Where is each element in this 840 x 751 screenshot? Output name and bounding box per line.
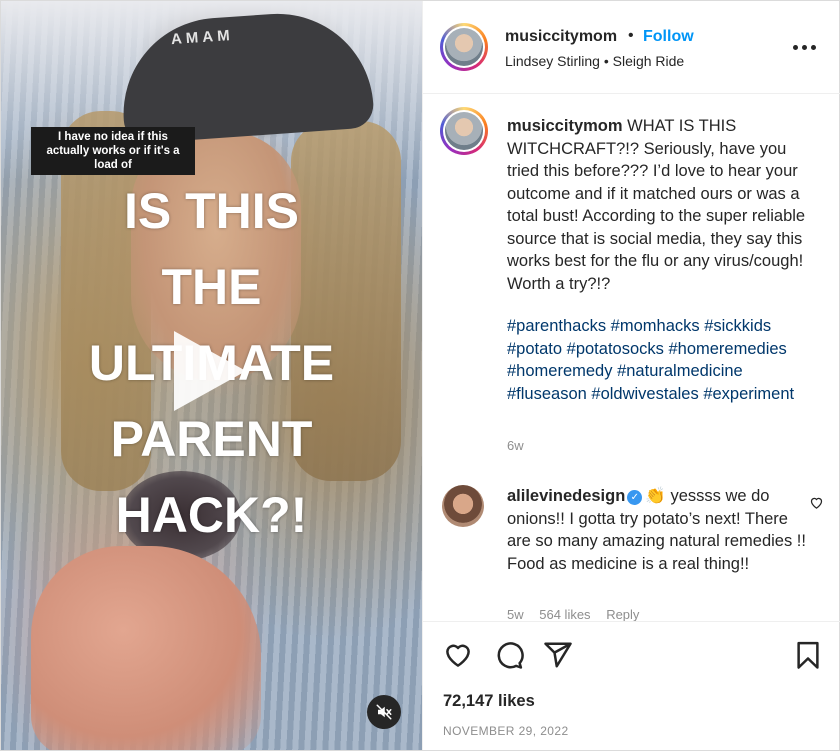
caption-hashtags: #parenthacks #momhacks #sickkids #potato…	[507, 315, 823, 405]
mute-button[interactable]	[367, 695, 401, 729]
author-username[interactable]: musiccitymom	[505, 28, 617, 46]
hashtag-link[interactable]: #sickkids	[704, 317, 771, 335]
post-header: musiccitymom • Follow Lindsey Stirling •…	[423, 1, 840, 94]
commenter-username[interactable]: alilevinedesign	[507, 487, 625, 505]
comments-section[interactable]: musiccitymom WHAT IS THIS WITCHCRAFT?!? …	[423, 95, 840, 621]
hashtag-link[interactable]: #fluseason	[507, 385, 587, 403]
headline-line: IS THIS	[123, 183, 300, 239]
headline-line: PARENT	[110, 411, 313, 467]
comment-meta: 5w 564 likes Reply	[507, 607, 651, 621]
hashtag-link[interactable]: #parenthacks	[507, 317, 606, 335]
caption-username[interactable]: musiccitymom	[507, 117, 623, 135]
play-icon[interactable]	[174, 331, 246, 411]
comment-emoji: 👏	[645, 487, 666, 505]
mute-icon	[376, 704, 392, 720]
post-actions: 72,147 likes NOVEMBER 29, 2022	[423, 621, 840, 750]
share-send-icon[interactable]	[543, 640, 573, 670]
caption-avatar[interactable]	[440, 107, 488, 155]
comment-reply-button[interactable]: Reply	[606, 607, 639, 621]
hashtag-link[interactable]: #experiment	[703, 385, 794, 403]
audio-attribution[interactable]: Lindsey Stirling • Sleigh Ride	[505, 53, 684, 69]
hashtag-link[interactable]: #oldwivestales	[591, 385, 698, 403]
comment: alilevinedesign ✓ 👏 yessss we do onions!! …	[507, 485, 807, 575]
post-video[interactable]: AMAM I have no idea if this actually wor…	[1, 1, 422, 750]
more-options-icon[interactable]	[793, 37, 819, 57]
comment-time[interactable]: 5w	[507, 607, 524, 621]
header-separator: •	[628, 27, 634, 44]
like-count[interactable]: 72,147 likes	[443, 692, 535, 711]
author-avatar[interactable]	[440, 23, 488, 71]
video-hand	[31, 546, 261, 750]
caption-timestamp[interactable]: 6w	[507, 438, 524, 453]
instagram-post: AMAM I have no idea if this actually wor…	[0, 0, 840, 751]
like-heart-icon[interactable]	[443, 640, 473, 670]
comment-likes[interactable]: 564 likes	[539, 607, 590, 621]
hashtag-link[interactable]: #homeremedies	[668, 340, 786, 358]
headline-line: HACK?!	[115, 487, 308, 543]
hashtag-link[interactable]: #homeremedy	[507, 362, 612, 380]
post-side-panel: musiccitymom • Follow Lindsey Stirling •…	[422, 1, 840, 750]
caption: musiccitymom WHAT IS THIS WITCHCRAFT?!? …	[507, 115, 823, 295]
post-date[interactable]: NOVEMBER 29, 2022	[443, 724, 569, 738]
hashtag-link[interactable]: #naturalmedicine	[617, 362, 743, 380]
follow-button[interactable]: Follow	[643, 28, 694, 46]
hashtag-link[interactable]: #potatosocks	[567, 340, 664, 358]
video-subtitle: I have no idea if this actually works or…	[31, 127, 195, 175]
headline-line: THE	[161, 259, 262, 315]
comment-like-icon[interactable]	[809, 495, 824, 510]
hashtag-link[interactable]: #momhacks	[611, 317, 700, 335]
caption-text: WHAT IS THIS WITCHCRAFT?!? Seriously, ha…	[507, 117, 806, 293]
comment-bubble-icon[interactable]	[494, 640, 524, 670]
commenter-avatar[interactable]	[442, 485, 484, 527]
verified-badge-icon: ✓	[627, 490, 643, 505]
hashtag-link[interactable]: #potato	[507, 340, 562, 358]
save-bookmark-icon[interactable]	[793, 640, 823, 670]
